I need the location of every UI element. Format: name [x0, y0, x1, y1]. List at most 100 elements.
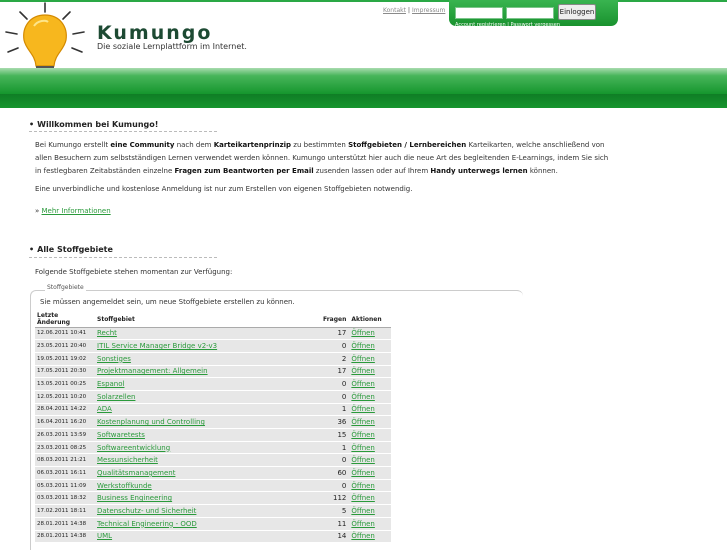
last-changed-cell: 17.05.2011 20:30 — [37, 368, 87, 375]
subject-link[interactable]: Werkstoffkunde — [97, 482, 152, 490]
question-count-cell: 17 — [337, 329, 347, 338]
subject-link[interactable]: Recht — [97, 329, 117, 337]
question-count-cell: 0 — [341, 392, 347, 401]
subject-link[interactable]: ADA — [97, 405, 112, 413]
subject-link[interactable]: Softwareentwicklung — [97, 444, 170, 452]
table-row: 06.03.2011 16:11 Qualitätsmanagement 60 Öff… — [35, 466, 391, 480]
open-link[interactable]: Öffnen — [351, 418, 375, 426]
last-changed-cell-td: 23.03.2011 08:25 — [35, 441, 95, 455]
login-button[interactable]: Einloggen — [558, 4, 596, 20]
question-count-cell: 36 — [337, 418, 347, 427]
top-links: Kontakt | Impressum — [383, 7, 445, 14]
open-link-td: Öffnen — [349, 441, 391, 455]
question-count-cell-td: 60 — [321, 466, 350, 480]
question-count-cell-td: 1 — [321, 441, 350, 455]
more-info-link[interactable]: Mehr Informationen — [42, 207, 111, 215]
open-link-td: Öffnen — [349, 530, 391, 544]
subject-link[interactable]: Business Engineering — [97, 494, 172, 502]
question-count-cell: 17 — [337, 367, 347, 376]
username-input[interactable] — [455, 7, 503, 19]
subject-link[interactable]: Sonstiges — [97, 355, 131, 363]
open-link[interactable]: Öffnen — [351, 494, 375, 502]
last-changed-cell: 28.01.2011 14:38 — [37, 533, 87, 540]
question-count-cell-td: 0 — [321, 339, 350, 353]
subjects-table: Letzte Änderung Stoffgebiet Fragen Aktio… — [35, 312, 391, 544]
open-link[interactable]: Öffnen — [351, 329, 375, 337]
last-changed-cell: 23.03.2011 08:25 — [37, 444, 87, 451]
open-link[interactable]: Öffnen — [351, 469, 375, 477]
open-link[interactable]: Öffnen — [351, 342, 375, 350]
login-helper-links[interactable]: Account registrieren | Passwort vergesse… — [455, 22, 560, 28]
subject-link-td: Werkstoffkunde — [95, 479, 321, 493]
subject-link[interactable]: Projektmanagement: Allgemein — [97, 367, 208, 375]
subject-link[interactable]: ITIL Service Manager Bridge v2-v3 — [97, 342, 217, 350]
header-green-band — [0, 68, 727, 94]
subject-link-td: Kostenplanung und Controlling — [95, 415, 321, 429]
subject-link-td: Espanol — [95, 377, 321, 391]
open-link[interactable]: Öffnen — [351, 380, 375, 388]
password-input[interactable] — [506, 7, 554, 19]
subject-link-td: Technical Engineering - OOD — [95, 517, 321, 531]
column-header-date[interactable]: Letzte Änderung — [35, 312, 95, 328]
column-header-actions: Aktionen — [349, 312, 391, 328]
last-changed-cell-td: 28.01.2011 14:38 — [35, 530, 95, 544]
last-changed-cell: 17.02.2011 18:11 — [37, 507, 87, 514]
subject-link[interactable]: Softwaretests — [97, 431, 145, 439]
last-changed-cell-td: 19.05.2011 19:02 — [35, 352, 95, 366]
open-link[interactable]: Öffnen — [351, 393, 375, 401]
impressum-link[interactable]: Impressum — [412, 7, 445, 14]
column-header-questions[interactable]: Fragen — [321, 312, 350, 328]
subject-link[interactable]: Technical Engineering - OOD — [97, 520, 197, 528]
question-count-cell-td: 17 — [321, 365, 350, 379]
subject-link[interactable]: Qualitätsmanagement — [97, 469, 175, 477]
open-link[interactable]: Öffnen — [351, 431, 375, 439]
table-row: 23.05.2011 20:40 ITIL Service Manager Bri… — [35, 339, 391, 353]
open-link[interactable]: Öffnen — [351, 444, 375, 452]
last-changed-cell-td: 05.03.2011 11:09 — [35, 479, 95, 493]
kontakt-link[interactable]: Kontakt — [383, 7, 406, 14]
question-count-cell: 1 — [341, 443, 347, 452]
open-link-td: Öffnen — [349, 339, 391, 353]
open-link[interactable]: Öffnen — [351, 507, 375, 515]
last-changed-cell-td: 12.05.2011 10:20 — [35, 390, 95, 404]
open-link[interactable]: Öffnen — [351, 367, 375, 375]
subject-link-td: UML — [95, 530, 321, 544]
last-changed-cell-td: 03.03.2011 18:32 — [35, 491, 95, 506]
subject-link[interactable]: Messunsicherheit — [97, 456, 158, 464]
open-link-td: Öffnen — [349, 491, 391, 506]
question-count-cell: 11 — [337, 519, 347, 528]
open-link[interactable]: Öffnen — [351, 405, 375, 413]
question-count-cell-td: 17 — [321, 327, 350, 341]
question-count-cell: 5 — [341, 506, 347, 515]
welcome-heading: • Willkommen bei Kumungo! — [29, 120, 159, 129]
subject-link[interactable]: UML — [97, 532, 112, 540]
last-changed-cell: 23.05.2011 20:40 — [37, 343, 87, 350]
open-link[interactable]: Öffnen — [351, 520, 375, 528]
login-required-note: Sie müssen angemeldet sein, um neue Stof… — [40, 298, 295, 306]
question-count-cell-td: 36 — [321, 415, 350, 429]
registration-note: Eine unverbindliche und kostenlose Anmel… — [35, 185, 413, 193]
open-link[interactable]: Öffnen — [351, 532, 375, 540]
page-header: Kumungo Die soziale Lernplattform im Int… — [0, 0, 727, 108]
open-link-td: Öffnen — [349, 390, 391, 404]
open-link[interactable]: Öffnen — [351, 482, 375, 490]
subject-link[interactable]: Solarzellen — [97, 393, 135, 401]
more-info-line: » Mehr Informationen — [35, 207, 111, 215]
open-link-td: Öffnen — [349, 428, 391, 442]
subject-link[interactable]: Espanol — [97, 380, 124, 388]
last-changed-cell-td: 12.06.2011 10:41 — [35, 327, 95, 341]
subject-link[interactable]: Datenschutz- und Sicherheit — [97, 507, 196, 515]
top-links-separator: | — [407, 7, 411, 14]
open-link-td: Öffnen — [349, 466, 391, 480]
subject-link-td: ITIL Service Manager Bridge v2-v3 — [95, 339, 321, 353]
question-count-cell-td: 5 — [321, 504, 350, 518]
last-changed-cell-td: 08.03.2011 21:21 — [35, 453, 95, 468]
column-header-subject[interactable]: Stoffgebiet — [95, 312, 321, 328]
open-link[interactable]: Öffnen — [351, 456, 375, 464]
subjects-divider — [29, 257, 217, 258]
subject-link[interactable]: Kostenplanung und Controlling — [97, 418, 205, 426]
question-count-cell: 0 — [341, 456, 347, 465]
open-link[interactable]: Öffnen — [351, 355, 375, 363]
brand-name: Kumungo — [97, 22, 213, 44]
last-changed-cell: 28.04.2011 14:22 — [37, 406, 87, 413]
